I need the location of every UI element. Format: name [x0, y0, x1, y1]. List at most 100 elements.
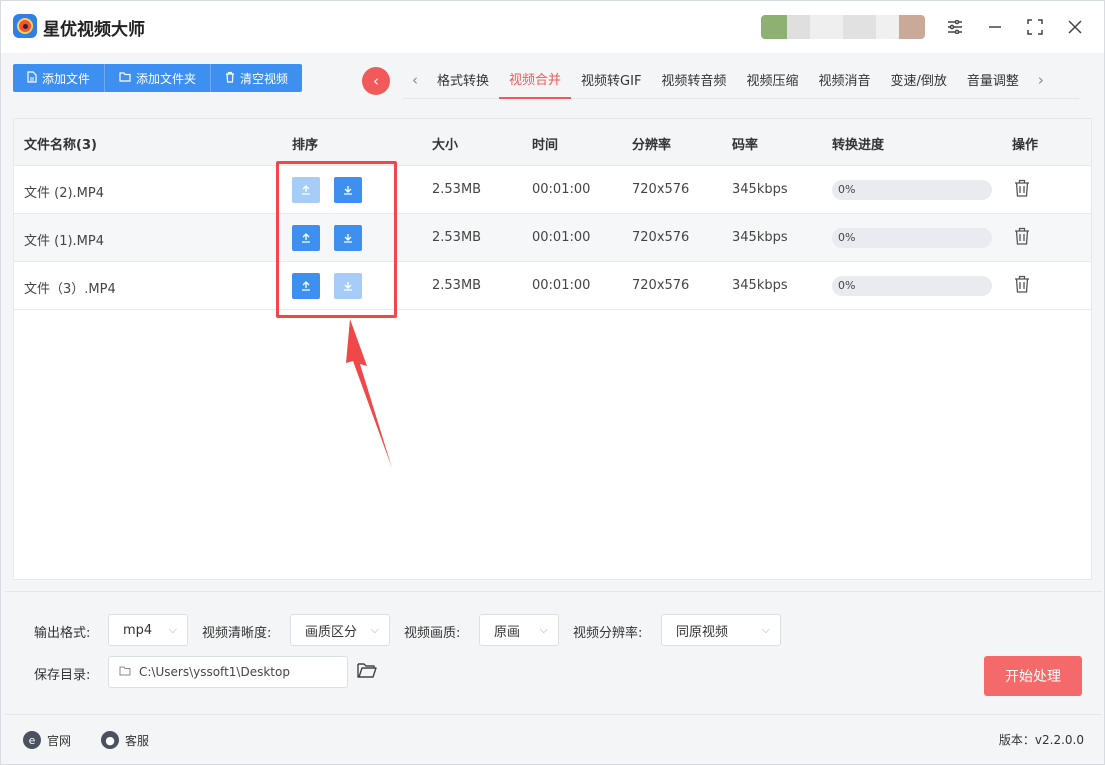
save-dir-label: 保存目录:: [34, 668, 91, 683]
website-label: 官网: [47, 733, 72, 748]
progress-value: 0%: [838, 279, 856, 292]
conversion-progress-bar: 0%: [832, 276, 992, 296]
app-title: 星优视频大师: [43, 20, 145, 40]
output-format-value: mp4: [123, 622, 153, 638]
app-logo-icon: [13, 14, 37, 38]
add-file-button[interactable]: 添加文件: [13, 64, 106, 92]
output-format-select[interactable]: mp4 ⌵: [108, 614, 188, 646]
folder-outline-icon: [119, 665, 131, 679]
tabs-next-icon[interactable]: ›: [1029, 71, 1053, 89]
start-processing-button[interactable]: 开始处理: [984, 656, 1082, 696]
close-icon[interactable]: [1063, 15, 1087, 39]
clarity-value: 画质区分: [305, 624, 358, 640]
resolution-value: 同原视频: [676, 624, 729, 640]
file-size: 2.53MB: [432, 230, 482, 245]
file-name: 文件 (1).MP4: [24, 234, 105, 249]
settings-sliders-icon[interactable]: [943, 15, 967, 39]
file-resolution: 720x576: [632, 230, 690, 245]
tab-video-to-audio[interactable]: 视频转音频: [651, 61, 736, 99]
file-size: 2.53MB: [432, 182, 482, 197]
output-format-label: 输出格式:: [34, 626, 91, 641]
chevron-down-icon: ⌵: [168, 623, 177, 636]
footer: e 官网 ● 客服 版本：v2.2.0.0: [5, 714, 1102, 762]
header-size: 大小: [432, 138, 459, 153]
annotation-arrow: [346, 319, 392, 468]
file-icon: [27, 70, 37, 86]
tab-format-convert[interactable]: 格式转换: [427, 61, 499, 99]
tab-video-mute[interactable]: 视频消音: [808, 61, 880, 99]
resolution-label: 视频分辨率:: [573, 626, 643, 641]
delete-icon[interactable]: [1014, 179, 1032, 199]
quality-label: 视频画质:: [404, 626, 461, 641]
quality-value: 原画: [494, 624, 521, 640]
support-link[interactable]: ● 客服: [101, 731, 149, 749]
progress-value: 0%: [838, 183, 856, 196]
chevron-down-icon: ⌵: [539, 623, 548, 636]
header-name: 文件名称(3): [24, 138, 97, 153]
chevron-down-icon: ⌵: [761, 623, 770, 636]
toolbar: 添加文件 添加文件夹 清空视频: [13, 64, 303, 92]
table-row[interactable]: 文件（3）.MP4 2.53MB 00:01:00 720x576 345kbp…: [14, 262, 1091, 310]
collapse-sidebar-button[interactable]: ‹: [362, 67, 390, 95]
header-bitrate: 码率: [732, 138, 759, 153]
tab-speed-reverse[interactable]: 变速/倒放: [880, 61, 956, 99]
resolution-select[interactable]: 同原视频 ⌵: [661, 614, 781, 646]
add-folder-label: 添加文件夹: [136, 71, 197, 86]
clear-videos-label: 清空视频: [240, 71, 289, 86]
file-bitrate: 345kbps: [732, 182, 788, 197]
header-time: 时间: [532, 138, 559, 153]
save-dir-value: C:\Users\yssoft1\Desktop: [139, 665, 290, 679]
tab-video-merge[interactable]: 视频合并: [499, 61, 572, 99]
file-table: 文件名称(3) 排序 大小 时间 分辨率 码率 转换进度 操作 文件 (2).M…: [13, 118, 1092, 580]
user-avatar[interactable]: [761, 15, 925, 39]
maximize-icon[interactable]: [1023, 15, 1047, 39]
tabs-prev-icon[interactable]: ‹: [403, 71, 427, 89]
table-row[interactable]: 文件 (1).MP4 2.53MB 00:01:00 720x576 345kb…: [14, 214, 1091, 262]
file-duration: 00:01:00: [532, 230, 591, 245]
browser-e-icon: e: [23, 731, 41, 749]
header-resolution: 分辨率: [632, 138, 672, 153]
add-file-label: 添加文件: [42, 71, 91, 86]
support-label: 客服: [125, 733, 150, 748]
save-dir-input[interactable]: C:\Users\yssoft1\Desktop: [108, 656, 348, 688]
clear-videos-button[interactable]: 清空视频: [211, 64, 303, 92]
add-folder-button[interactable]: 添加文件夹: [105, 64, 212, 92]
conversion-progress-bar: 0%: [832, 228, 992, 248]
file-bitrate: 345kbps: [732, 278, 788, 293]
progress-value: 0%: [838, 231, 856, 244]
sort-column-highlight-box: [276, 161, 397, 318]
trash-icon: [225, 71, 235, 86]
file-resolution: 720x576: [632, 278, 690, 293]
output-settings-panel: 输出格式: mp4 ⌵ 视频清晰度: 画质区分 ⌵ 视频画质: 原画 ⌵ 视频分…: [5, 591, 1102, 713]
clarity-select[interactable]: 画质区分 ⌵: [290, 614, 390, 646]
clarity-label: 视频清晰度:: [202, 626, 272, 641]
header-progress: 转换进度: [832, 138, 885, 153]
tab-video-compress[interactable]: 视频压缩: [736, 61, 808, 99]
file-name: 文件 (2).MP4: [24, 186, 105, 201]
quality-select[interactable]: 原画 ⌵: [479, 614, 559, 646]
delete-icon[interactable]: [1014, 275, 1032, 295]
delete-icon[interactable]: [1014, 227, 1032, 247]
file-duration: 00:01:00: [532, 278, 591, 293]
chevron-left-icon: ‹: [373, 72, 379, 90]
tab-volume-adjust[interactable]: 音量调整: [957, 61, 1029, 99]
file-name: 文件（3）.MP4: [24, 282, 116, 297]
chat-bubble-icon: ●: [101, 731, 119, 749]
file-bitrate: 345kbps: [732, 230, 788, 245]
title-bar: 星优视频大师: [1, 1, 1104, 53]
table-header: 文件名称(3) 排序 大小 时间 分辨率 码率 转换进度 操作: [14, 119, 1091, 166]
conversion-progress-bar: 0%: [832, 180, 992, 200]
version-text: 版本：v2.2.0.0: [998, 733, 1084, 747]
table-row[interactable]: 文件 (2).MP4 2.53MB 00:01:00 720x576 345kb…: [14, 166, 1091, 214]
folder-icon: [119, 71, 131, 85]
file-size: 2.53MB: [432, 278, 482, 293]
tab-video-to-gif[interactable]: 视频转GIF: [571, 61, 651, 99]
website-link[interactable]: e 官网: [23, 731, 71, 749]
file-resolution: 720x576: [632, 182, 690, 197]
feature-tabs: ‹ 格式转换 视频合并 视频转GIF 视频转音频 视频压缩 视频消音 变速/倒放…: [403, 61, 1079, 99]
chevron-down-icon: ⌵: [370, 623, 379, 636]
browse-folder-icon[interactable]: [357, 662, 377, 683]
header-action: 操作: [1012, 138, 1039, 153]
header-sort: 排序: [292, 138, 319, 153]
minimize-icon[interactable]: [983, 15, 1007, 39]
